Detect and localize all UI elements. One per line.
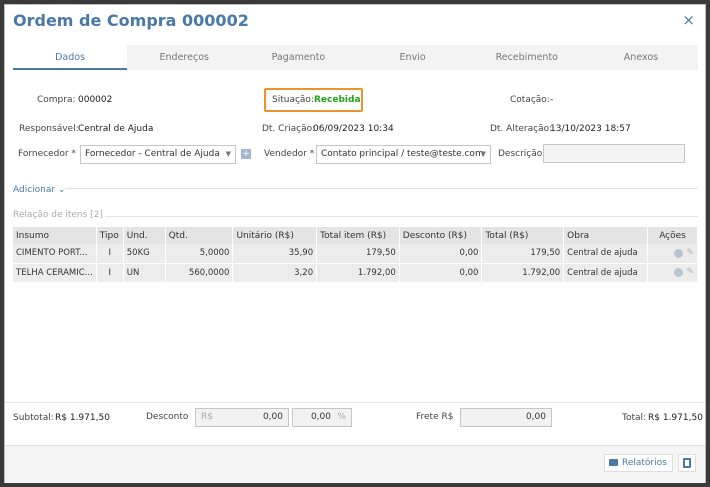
pencil-icon[interactable]: ✎ [686,248,694,258]
cell-desconto: 0,00 [399,263,483,283]
items-table: Insumo Tipo Und. Qtd. Unitário (R$) Tota… [13,227,698,283]
copy-button[interactable] [678,454,696,472]
total-label: Total: [622,413,647,423]
cell-unitario: 35,90 [232,244,318,264]
cell-acoes: ✎ [647,244,698,264]
cell-total: 179,50 [481,244,565,264]
criacao-value: 06/09/2023 10:34 [313,124,394,134]
cotacao-value: - [550,95,554,105]
fornecedor-value: Fornecedor - Central de Ajuda [85,149,220,159]
divider [105,216,698,217]
cell-desconto: 0,00 [399,244,483,264]
cell-total: 1.792,00 [481,263,565,283]
close-icon[interactable]: × [682,11,695,29]
cell-und: UN [123,263,166,283]
dialog-title: Ordem de Compra 000002 [13,11,249,30]
col-und[interactable]: Und. [123,227,166,244]
chevron-down-icon: ▼ [225,150,231,158]
cell-qtd: 5,0000 [165,244,234,264]
tab-bar: Dados Endereços Pagamento Envio Recebime… [13,45,698,70]
descricao-input[interactable] [543,144,685,163]
chevron-down-icon: ▼ [480,150,486,158]
cell-insumo: TELHA CERAMIC... [13,263,97,283]
footer-divider [5,402,705,403]
cell-tipo: I [96,244,124,264]
total-value: R$ 1.971,50 [648,413,703,423]
col-obra[interactable]: Obra [563,227,649,244]
cell-qtd: 560,0000 [165,263,234,283]
items-section-title: Relação de itens [2] [13,210,103,220]
cell-tipo: I [96,263,124,283]
tab-recebimento[interactable]: Recebimento [470,45,584,70]
cell-unitario: 3,20 [232,263,318,283]
percent-suffix: % [337,412,346,422]
cell-total-item: 1.792,00 [316,263,400,283]
tab-enderecos[interactable]: Endereços [127,45,241,70]
tab-anexos[interactable]: Anexos [584,45,698,70]
relatorios-button[interactable]: Relatórios [604,454,673,472]
col-unitario[interactable]: Unitário (R$) [232,227,318,244]
alteracao-value: 13/10/2023 18:57 [550,124,631,134]
desconto-prefix: R$ [201,412,213,422]
copy-icon [683,458,691,468]
desconto-percent-value: 0,00 [310,412,331,422]
situacao-label: Situação: [272,95,314,105]
info-icon[interactable] [674,248,684,258]
report-icon [609,459,618,466]
cell-insumo: CIMENTO PORT... [13,244,97,264]
bottom-bar [5,445,705,483]
relatorios-label: Relatórios [622,458,667,468]
frete-value: 0,00 [525,412,546,422]
cotacao-label: Cotação: [510,95,550,105]
alteracao-label: Dt. Alteração: [490,124,553,134]
vendedor-select[interactable]: Contato principal / teste@teste.com ▼ [316,145,491,164]
compra-value: 000002 [78,95,113,105]
add-fornecedor-icon[interactable]: + [241,149,251,159]
responsavel-value: Central de Ajuda [78,124,154,134]
adicionar-label: Adicionar [13,185,56,195]
descricao-label: Descrição [498,149,543,159]
table-row[interactable]: TELHA CERAMIC... I UN 560,0000 3,20 1.79… [13,263,698,283]
situacao-value: Recebida [314,95,361,105]
desconto-label: Desconto [146,412,189,422]
vendedor-value: Contato principal / teste@teste.com [321,149,484,159]
tab-envio[interactable]: Envio [356,45,470,70]
cell-acoes: ✎ [647,263,698,283]
col-desconto[interactable]: Desconto (R$) [399,227,483,244]
col-tipo[interactable]: Tipo [96,227,124,244]
cell-und: 50KG [123,244,166,264]
titlebar: Ordem de Compra 000002 × [5,5,705,39]
compra-label: Compra: [37,95,76,105]
subtotal-label: Subtotal: [13,413,54,423]
col-total-item[interactable]: Total item (R$) [316,227,400,244]
fornecedor-select[interactable]: Fornecedor - Central de Ajuda ▼ [80,145,236,164]
frete-input[interactable]: 0,00 [460,408,552,427]
table-row[interactable]: CIMENTO PORT... I 50KG 5,0000 35,90 179,… [13,244,698,264]
adicionar-toggle[interactable]: Adicionar ⌄ [13,185,66,195]
table-header-row: Insumo Tipo Und. Qtd. Unitário (R$) Tota… [13,227,698,244]
cell-total-item: 179,50 [316,244,400,264]
cell-obra: Central de ajuda [563,244,649,264]
tab-dados[interactable]: Dados [13,45,128,70]
vendedor-label: Vendedor * [264,149,315,159]
cell-obra: Central de ajuda [563,263,649,283]
chevron-down-icon: ⌄ [57,185,66,195]
desconto-input[interactable]: R$ 0,00 [195,408,289,427]
fornecedor-label: Fornecedor * [18,149,76,159]
desconto-percent-input[interactable]: 0,00 % [292,408,352,427]
divider [65,188,698,189]
frete-label: Frete R$ [416,412,454,422]
col-acoes: Ações [647,227,698,244]
col-insumo[interactable]: Insumo [13,227,97,244]
pencil-icon[interactable]: ✎ [686,267,694,277]
desconto-value: 0,00 [262,412,283,422]
tab-pagamento[interactable]: Pagamento [241,45,355,70]
info-icon[interactable] [674,267,684,277]
criacao-label: Dt. Criação: [262,124,316,134]
purchase-order-dialog: Ordem de Compra 000002 × Dados Endereços… [4,4,706,483]
col-total[interactable]: Total (R$) [481,227,565,244]
col-qtd[interactable]: Qtd. [165,227,234,244]
responsavel-label: Responsável: [19,124,79,134]
subtotal-value: R$ 1.971,50 [55,413,110,423]
